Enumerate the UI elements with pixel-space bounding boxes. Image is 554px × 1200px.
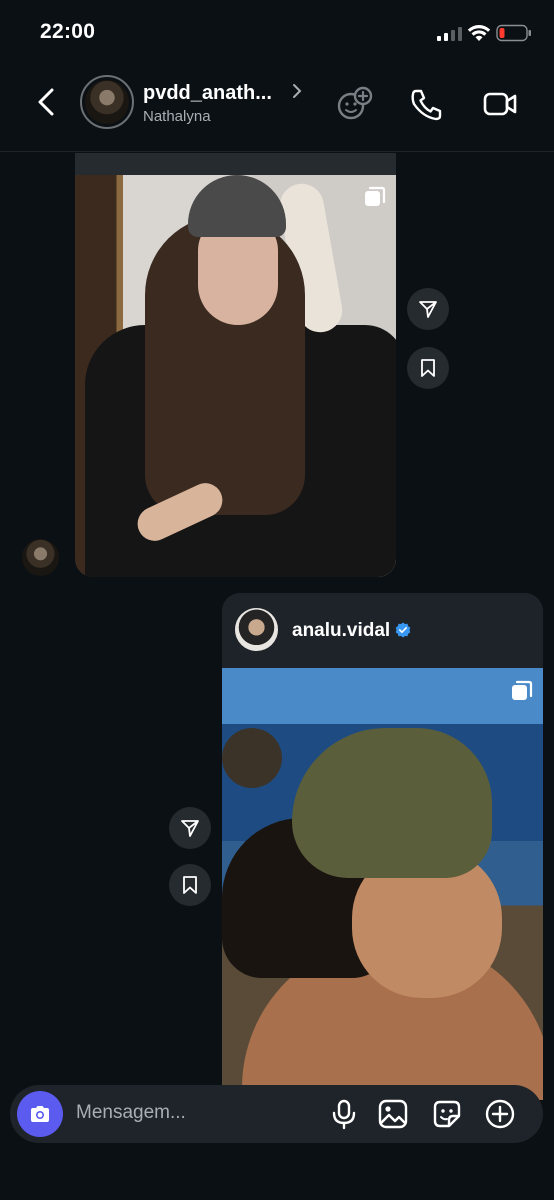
chevron-right-icon[interactable] — [291, 82, 303, 100]
status-bar: 22:00 — [0, 0, 554, 64]
contact-display-name: Nathalyna — [143, 108, 211, 125]
add-icon[interactable] — [484, 1098, 516, 1130]
phone-call-icon[interactable] — [406, 84, 446, 124]
post-image[interactable] — [222, 668, 543, 1100]
share-post-button[interactable] — [169, 807, 211, 849]
wifi-icon — [467, 25, 491, 41]
post-author-username[interactable]: analu.vidal — [292, 620, 390, 642]
bookmark-icon — [183, 876, 197, 894]
camera-icon — [31, 1106, 49, 1122]
message-input[interactable]: Mensagem... — [76, 1102, 186, 1124]
message-composer: Mensagem... — [10, 1085, 543, 1143]
post-header[interactable]: analu.vidal — [222, 593, 543, 668]
carousel-icon — [512, 680, 533, 700]
gallery-icon[interactable] — [377, 1098, 409, 1130]
shared-post-received[interactable] — [75, 153, 396, 577]
share-post-button[interactable] — [407, 288, 449, 330]
save-post-button[interactable] — [407, 347, 449, 389]
verified-badge-icon — [395, 622, 411, 638]
carousel-icon — [365, 186, 386, 206]
add-people-effects-icon[interactable] — [334, 84, 374, 124]
shared-post-sent[interactable]: analu.vidal — [222, 593, 543, 1100]
status-time: 22:00 — [40, 20, 96, 43]
sticker-icon[interactable] — [431, 1098, 463, 1130]
back-arrow-icon[interactable] — [32, 86, 62, 118]
post-header-strip — [75, 153, 396, 175]
cellular-signal-icon — [437, 27, 462, 41]
chat-header: pvdd_anath... Nathalyna — [0, 64, 554, 152]
post-author-avatar[interactable] — [235, 608, 278, 651]
bookmark-icon — [421, 359, 435, 377]
send-icon — [419, 301, 437, 318]
video-call-icon[interactable] — [480, 84, 520, 124]
battery-icon — [496, 24, 531, 42]
save-post-button[interactable] — [169, 864, 211, 906]
microphone-icon[interactable] — [328, 1098, 360, 1130]
camera-button[interactable] — [17, 1091, 63, 1137]
post-image[interactable] — [75, 175, 396, 577]
contact-avatar[interactable] — [80, 75, 134, 129]
send-icon — [181, 820, 199, 837]
sender-avatar[interactable] — [22, 539, 59, 576]
contact-username[interactable]: pvdd_anath... — [143, 82, 272, 105]
